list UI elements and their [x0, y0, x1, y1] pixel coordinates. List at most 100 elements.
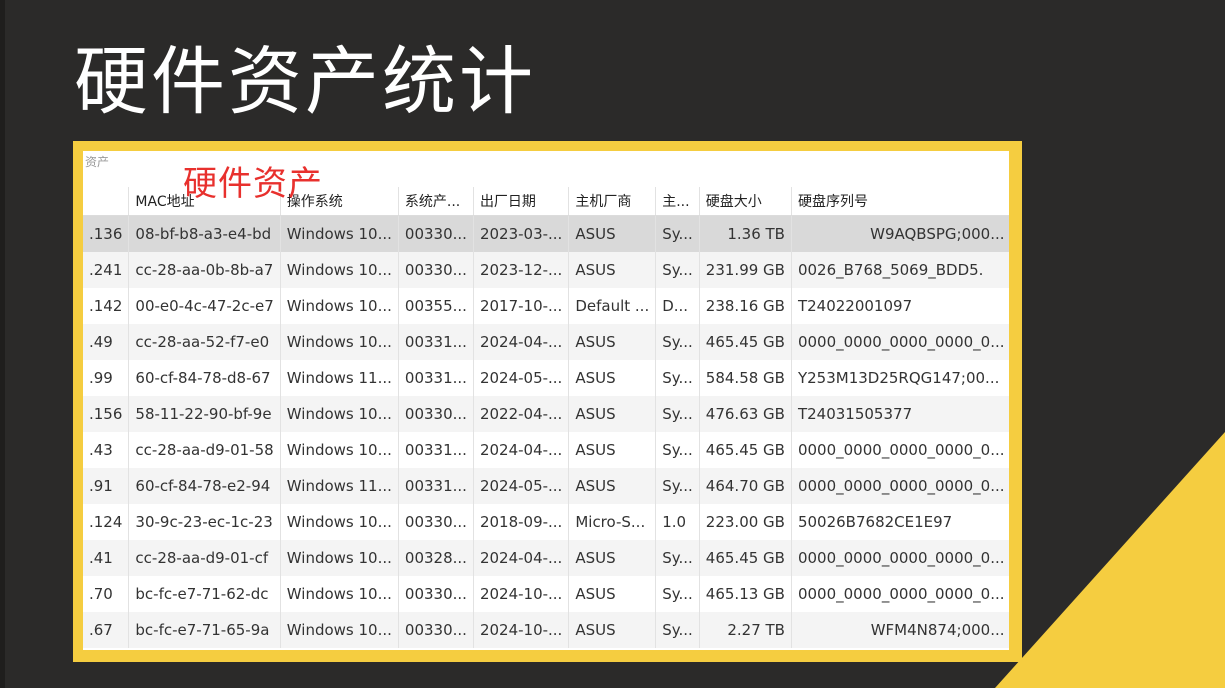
- cell-manufacture-date: 2024-04-...: [473, 432, 570, 468]
- cell-os: Windows 10...: [280, 396, 399, 432]
- cell-os: Windows 10...: [280, 432, 399, 468]
- cell-disk-size: 464.70 GB: [699, 468, 792, 504]
- cell-system-product: 00330...: [398, 396, 474, 432]
- cell-system-product: 00355...: [398, 288, 474, 324]
- cell-model: 1.0: [655, 504, 700, 540]
- table-row[interactable]: .49 cc-28-aa-52-f7-e0 Windows 10... 00331..…: [83, 324, 1009, 360]
- table-row[interactable]: .156 58-11-22-90-bf-9e Windows 10... 00330.…: [83, 396, 1009, 432]
- cell-ip-suffix: .124: [83, 504, 130, 540]
- asset-window: 资产 硬件资产 MAC地址 操作系统 系统产... 出厂日期 主机厂商 主... 硬盘大小硬…: [83, 151, 1009, 650]
- table-row[interactable]: .142 00-e0-4c-47-2c-e7 Windows 10... 00355.…: [83, 288, 1009, 324]
- cell-vendor: ASUS: [568, 432, 657, 468]
- cell-vendor: ASUS: [568, 396, 657, 432]
- column-header-manufacture-date[interactable]: 出厂日期: [473, 187, 570, 216]
- cell-model: Sy...: [655, 468, 700, 504]
- cell-ip-suffix: .41: [83, 540, 130, 576]
- cell-ip-suffix: .67: [83, 612, 130, 648]
- cell-system-product: 00330...: [398, 576, 474, 612]
- cell-vendor: ASUS: [568, 540, 657, 576]
- cell-ip-suffix: .136: [83, 215, 130, 252]
- overlay-label: 硬件资产: [183, 164, 323, 204]
- table-row[interactable]: .99 60-cf-84-78-d8-67 Windows 11... 00331..…: [83, 360, 1009, 396]
- cell-os: Windows 11...: [280, 468, 399, 504]
- slide-title: 硬件资产统计: [74, 39, 536, 125]
- table-row[interactable]: .70 bc-fc-e7-71-62-dc Windows 10... 00330..…: [83, 576, 1009, 612]
- cell-system-product: 00330...: [398, 504, 474, 540]
- cell-disk-serial: W9AQBSPG;000...: [791, 215, 1009, 252]
- cell-model: Sy...: [655, 432, 700, 468]
- window-caption: 资产: [85, 155, 110, 169]
- cell-vendor: ASUS: [568, 360, 657, 396]
- cell-model: Sy...: [655, 540, 700, 576]
- cell-os: Windows 10...: [280, 540, 399, 576]
- cell-mac-address: 30-9c-23-ec-1c-23: [128, 504, 281, 540]
- cell-disk-serial: T24022001097: [791, 288, 1009, 324]
- cell-manufacture-date: 2024-10-...: [473, 612, 570, 648]
- column-header-ip-suffix[interactable]: [83, 187, 130, 216]
- cell-mac-address: 60-cf-84-78-e2-94: [128, 468, 281, 504]
- cell-vendor: Micro-S...: [568, 504, 657, 540]
- cell-ip-suffix: .99: [83, 360, 130, 396]
- column-header-system-product[interactable]: 系统产...: [398, 187, 474, 216]
- cell-disk-size: 2.27 TB: [699, 612, 792, 648]
- cell-manufacture-date: 2017-10-...: [473, 288, 570, 324]
- cell-disk-serial: WFM4N874;000...: [791, 612, 1009, 648]
- cell-ip-suffix: .49: [83, 324, 130, 360]
- cell-ip-suffix: .156: [83, 396, 130, 432]
- cell-disk-size: 238.16 GB: [699, 288, 792, 324]
- cell-model: Sy...: [655, 252, 700, 288]
- asset-table: MAC地址操作系统系统产...出厂日期主机厂商主...硬盘大小硬盘序列号CPU型…: [83, 187, 1009, 648]
- cell-ip-suffix: .43: [83, 432, 130, 468]
- cell-manufacture-date: 2023-03-...: [473, 215, 570, 252]
- cell-vendor: Default ...: [568, 288, 657, 324]
- cell-os: Windows 10...: [280, 288, 399, 324]
- table-row[interactable]: .124 30-9c-23-ec-1c-23 Windows 10... 00330.…: [83, 504, 1009, 540]
- cell-ip-suffix: .241: [83, 252, 130, 288]
- cell-model: Sy...: [655, 396, 700, 432]
- cell-disk-size: 465.45 GB: [699, 540, 792, 576]
- cell-mac-address: 60-cf-84-78-d8-67: [128, 360, 281, 396]
- cell-os: Windows 10...: [280, 504, 399, 540]
- cell-disk-serial: 0000_0000_0000_0000_0...: [791, 540, 1009, 576]
- cell-os: Windows 10...: [280, 612, 399, 648]
- cell-os: Windows 11...: [280, 360, 399, 396]
- cell-manufacture-date: 2022-04-...: [473, 396, 570, 432]
- cell-vendor: ASUS: [568, 612, 657, 648]
- cell-disk-serial: 50026B7682CE1E97: [791, 504, 1009, 540]
- cell-disk-serial: 0026_B768_5069_BDD5.: [791, 252, 1009, 288]
- cell-mac-address: 00-e0-4c-47-2c-e7: [128, 288, 281, 324]
- cell-mac-address: cc-28-aa-52-f7-e0: [128, 324, 281, 360]
- cell-vendor: ASUS: [568, 576, 657, 612]
- cell-system-product: 00328...: [398, 540, 474, 576]
- cell-disk-serial: 0000_0000_0000_0000_0...: [791, 432, 1009, 468]
- cell-os: Windows 10...: [280, 576, 399, 612]
- cell-model: Sy...: [655, 576, 700, 612]
- cell-manufacture-date: 2024-05-...: [473, 360, 570, 396]
- cell-mac-address: bc-fc-e7-71-65-9a: [128, 612, 281, 648]
- cell-manufacture-date: 2024-04-...: [473, 324, 570, 360]
- cell-disk-serial: 0000_0000_0000_0000_0...: [791, 576, 1009, 612]
- cell-manufacture-date: 2024-10-...: [473, 576, 570, 612]
- table-row[interactable]: .241 cc-28-aa-0b-8b-a7 Windows 10... 00330.…: [83, 252, 1009, 288]
- corner-accent-triangle: [995, 432, 1225, 688]
- cell-disk-size: 465.45 GB: [699, 324, 792, 360]
- cell-manufacture-date: 2018-09-...: [473, 504, 570, 540]
- cell-disk-serial: Y253M13D25RQG147;00...: [791, 360, 1009, 396]
- column-header-disk-size[interactable]: 硬盘大小: [699, 187, 792, 216]
- cell-system-product: 00330...: [398, 252, 474, 288]
- cell-model: Sy...: [655, 360, 700, 396]
- table-row[interactable]: .67 bc-fc-e7-71-65-9a Windows 10... 00330..…: [83, 612, 1009, 648]
- cell-mac-address: 58-11-22-90-bf-9e: [128, 396, 281, 432]
- cell-model: Sy...: [655, 215, 700, 252]
- table-row[interactable]: .43 cc-28-aa-d9-01-58 Windows 10... 00331..…: [83, 432, 1009, 468]
- column-header-model[interactable]: 主...: [655, 187, 700, 216]
- table-row[interactable]: .91 60-cf-84-78-e2-94 Windows 11... 00331..…: [83, 468, 1009, 504]
- table-row[interactable]: .136 08-bf-b8-a3-e4-bd Windows 10... 00330.…: [83, 215, 1009, 252]
- cell-disk-size: 476.63 GB: [699, 396, 792, 432]
- column-header-disk-serial[interactable]: 硬盘序列号: [791, 187, 1009, 216]
- cell-system-product: 00330...: [398, 215, 474, 252]
- column-header-vendor[interactable]: 主机厂商: [568, 187, 657, 216]
- cell-vendor: ASUS: [568, 252, 657, 288]
- cell-mac-address: cc-28-aa-0b-8b-a7: [128, 252, 281, 288]
- table-row[interactable]: .41 cc-28-aa-d9-01-cf Windows 10... 00328..…: [83, 540, 1009, 576]
